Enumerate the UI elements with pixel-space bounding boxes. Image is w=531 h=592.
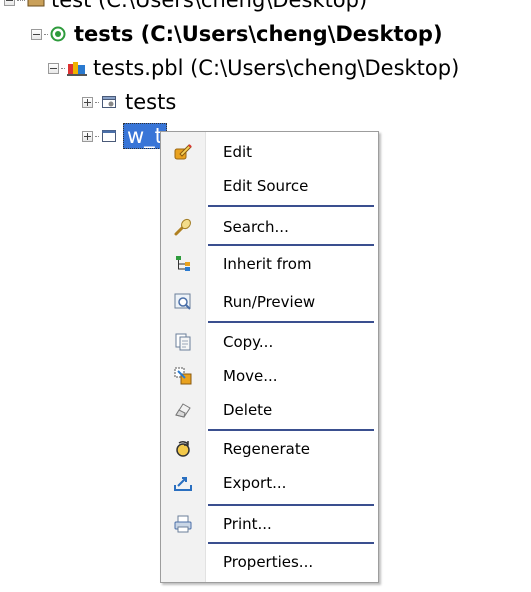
application-object-icon	[102, 96, 116, 108]
menu-item-regenerate[interactable]: Regenerate	[161, 432, 378, 466]
expand-icon[interactable]	[82, 130, 93, 142]
export-icon	[161, 466, 205, 500]
menu-item-move[interactable]: Move...	[161, 359, 378, 393]
collapse-icon[interactable]	[48, 62, 59, 74]
menu-separator	[208, 321, 374, 323]
tree-row-library[interactable]: tests.pbl (C:\Users\cheng\Desktop)	[48, 51, 459, 85]
menu-item-print[interactable]: Print...	[161, 507, 378, 541]
menu-item-label: Properties...	[223, 553, 314, 571]
menu-item-edit[interactable]: Edit	[161, 135, 378, 169]
menu-item-edit-source[interactable]: Edit Source	[161, 169, 378, 203]
collapse-icon[interactable]	[4, 0, 15, 6]
menu-item-run-preview[interactable]: Run/Preview	[161, 285, 378, 319]
menu-separator	[208, 429, 374, 431]
tree-row-app-object[interactable]: tests	[82, 85, 176, 119]
search-icon	[161, 210, 205, 244]
menu-separator	[208, 504, 374, 506]
tree-library-label: tests.pbl (C:\Users\cheng\Desktop)	[93, 56, 460, 80]
menu-item-label: Run/Preview	[223, 293, 316, 311]
menu-item-inherit-from[interactable]: Inherit from	[161, 247, 378, 281]
menu-item-search[interactable]: Search...	[161, 210, 378, 244]
menu-item-delete[interactable]: Delete	[161, 393, 378, 427]
context-menu: Edit Edit Source Search... Inherit from	[160, 131, 379, 583]
tree-connector	[95, 101, 99, 103]
workspace-icon	[27, 0, 45, 7]
menu-item-label: Delete	[223, 401, 273, 419]
tree-workspace-label: test (C:\Users\cheng\Desktop)	[51, 0, 368, 12]
inherit-tree-icon	[161, 247, 205, 281]
collapse-icon[interactable]	[31, 28, 42, 40]
menu-item-label: Print...	[223, 515, 272, 533]
tree-connector	[44, 33, 48, 35]
menu-item-label: Inherit from	[223, 255, 312, 273]
menu-item-label: Export...	[223, 474, 287, 492]
menu-item-label: Copy...	[223, 333, 274, 351]
menu-separator	[208, 542, 374, 544]
tree-app-object-label: tests	[125, 90, 177, 114]
library-books-icon	[67, 62, 87, 76]
tree-target-label: tests (C:\Users\cheng\Desktop)	[74, 22, 443, 46]
regenerate-icon	[161, 432, 205, 466]
menu-item-copy[interactable]: Copy...	[161, 325, 378, 359]
expand-icon[interactable]	[82, 96, 93, 108]
menu-separator	[208, 244, 374, 246]
move-icon	[161, 359, 205, 393]
run-preview-icon	[161, 285, 205, 319]
menu-item-properties[interactable]: Properties...	[161, 545, 378, 579]
tree-row-workspace[interactable]: test (C:\Users\cheng\Desktop)	[4, 0, 367, 17]
menu-item-label: Regenerate	[223, 440, 310, 458]
tree-connector	[95, 135, 99, 137]
menu-separator	[208, 205, 374, 207]
copy-icon	[161, 325, 205, 359]
menu-item-label: Move...	[223, 367, 278, 385]
tree-connector	[61, 67, 65, 69]
print-icon	[161, 507, 205, 541]
menu-item-label: Edit Source	[223, 177, 309, 195]
menu-item-export[interactable]: Export...	[161, 466, 378, 500]
edit-pencil-icon	[161, 135, 205, 169]
menu-item-label: Search...	[223, 218, 289, 236]
tree-row-window-object[interactable]: w_t	[82, 119, 167, 153]
window-object-icon	[102, 130, 116, 142]
tree-row-target[interactable]: tests (C:\Users\cheng\Desktop)	[31, 17, 443, 51]
eraser-icon	[161, 393, 205, 427]
menu-item-label: Edit	[223, 143, 253, 161]
target-icon	[50, 26, 66, 42]
tree-connector	[17, 0, 25, 1]
